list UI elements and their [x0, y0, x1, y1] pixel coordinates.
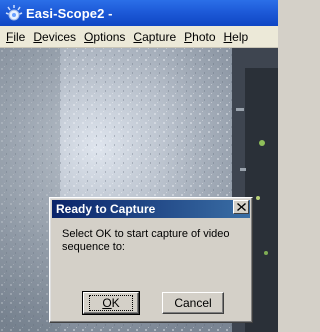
- dialog-title: Ready to Capture: [56, 202, 156, 216]
- ok-button-label: OK: [89, 295, 133, 311]
- menu-photo[interactable]: Photo: [180, 30, 219, 44]
- menu-devices[interactable]: Devices: [29, 30, 80, 44]
- title-bar[interactable]: Easi-Scope2 -: [0, 0, 278, 26]
- menu-file[interactable]: File: [2, 30, 29, 44]
- menu-help[interactable]: Help: [220, 30, 253, 44]
- close-icon: [236, 203, 246, 211]
- dialog-message: Select OK to start capture of video sequ…: [62, 228, 230, 253]
- menu-bar: File Devices Options Capture Photo Help: [0, 26, 278, 48]
- cancel-button[interactable]: Cancel: [162, 292, 224, 314]
- close-button[interactable]: [233, 200, 249, 214]
- ready-to-capture-dialog: Ready to Capture Select OK to start capt…: [49, 197, 253, 323]
- menu-capture[interactable]: Capture: [129, 30, 180, 44]
- app-window: Easi-Scope2 - File Devices Options Captu…: [0, 0, 278, 332]
- window-title: Easi-Scope2 -: [26, 5, 113, 21]
- ok-button[interactable]: OK: [82, 291, 140, 315]
- dialog-title-bar[interactable]: Ready to Capture: [52, 200, 250, 218]
- menu-options[interactable]: Options: [80, 30, 129, 44]
- scope-app-icon: [5, 5, 23, 21]
- cancel-button-label: Cancel: [174, 296, 212, 310]
